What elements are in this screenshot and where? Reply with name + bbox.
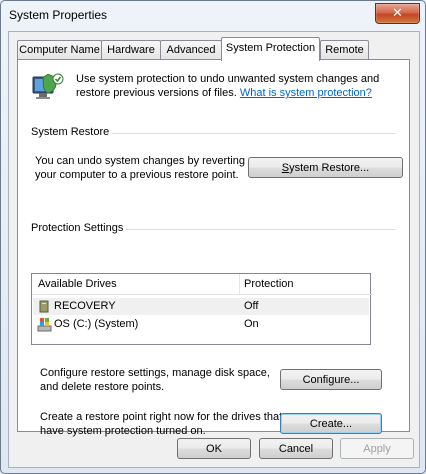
configure-desc-2: and delete restore points. bbox=[40, 381, 165, 393]
drive-icon bbox=[39, 300, 49, 313]
drive-row-recovery[interactable]: RECOVERY Off bbox=[33, 298, 369, 315]
tab-remote[interactable]: Remote bbox=[320, 40, 369, 60]
windows-drive-icon bbox=[37, 318, 52, 332]
title-bar[interactable]: System Properties ✕ bbox=[1, 1, 425, 31]
system-restore-desc-2: your computer to a previous restore poin… bbox=[35, 169, 239, 181]
tab-computer-name[interactable]: Computer Name bbox=[17, 40, 102, 60]
intro-line-1: Use system protection to undo unwanted s… bbox=[76, 73, 380, 85]
section-divider bbox=[126, 229, 395, 230]
apply-button[interactable]: Apply bbox=[340, 438, 414, 459]
intro-text: Use system protection to undo unwanted s… bbox=[76, 72, 379, 100]
tab-label: Remote bbox=[325, 44, 364, 56]
ok-button[interactable]: OK bbox=[177, 438, 251, 459]
what-is-system-protection-link[interactable]: What is system protection? bbox=[240, 87, 372, 99]
tab-label: Computer Name bbox=[19, 44, 100, 56]
tab-system-protection[interactable]: System Protection bbox=[221, 37, 320, 61]
system-restore-button-label: ystem Restore... bbox=[289, 162, 370, 174]
configure-description: Configure restore settings, manage disk … bbox=[40, 366, 270, 394]
create-desc-1: Create a restore point right now for the… bbox=[40, 411, 283, 423]
protection-settings-heading: Protection Settings bbox=[31, 222, 124, 234]
system-restore-button[interactable]: System Restore... bbox=[248, 157, 403, 178]
drive-protection-status: On bbox=[244, 318, 259, 330]
tab-hardware[interactable]: Hardware bbox=[101, 40, 161, 60]
system-properties-window: System Properties ✕ Computer Name Hardwa… bbox=[0, 0, 426, 474]
intro-line-2: restore previous versions of files. bbox=[76, 87, 237, 99]
drive-name: OS (C:) (System) bbox=[54, 318, 139, 330]
cancel-button[interactable]: Cancel bbox=[259, 438, 333, 459]
column-header-available-drives[interactable]: Available Drives bbox=[32, 274, 240, 295]
create-description: Create a restore point right now for the… bbox=[40, 410, 282, 438]
dialog-client-area: Computer Name Hardware Advanced System P… bbox=[8, 31, 420, 468]
close-button[interactable]: ✕ bbox=[375, 3, 420, 24]
tab-advanced[interactable]: Advanced bbox=[160, 40, 222, 60]
window-title: System Properties bbox=[9, 8, 108, 22]
drive-protection-status: Off bbox=[244, 300, 259, 312]
create-button[interactable]: Create... bbox=[280, 413, 382, 434]
tab-label: System Protection bbox=[225, 42, 316, 54]
tab-label: Advanced bbox=[166, 44, 216, 56]
create-desc-2: have system protection turned on. bbox=[40, 425, 206, 437]
system-restore-heading: System Restore bbox=[31, 126, 110, 138]
drive-row-os-c[interactable]: OS (C:) (System) On bbox=[33, 316, 369, 333]
configure-desc-1: Configure restore settings, manage disk … bbox=[40, 367, 270, 379]
drive-name: RECOVERY bbox=[54, 300, 116, 312]
close-icon: ✕ bbox=[392, 5, 403, 20]
system-restore-desc-1: You can undo system changes by reverting bbox=[35, 155, 245, 167]
system-protection-panel: Use system protection to undo unwanted s… bbox=[17, 59, 410, 437]
drives-list[interactable]: Available Drives Protection RECOVERY Off bbox=[31, 273, 374, 345]
system-protection-icon bbox=[32, 73, 64, 99]
column-header-protection[interactable]: Protection bbox=[240, 274, 374, 295]
section-divider bbox=[112, 133, 395, 134]
configure-button[interactable]: Configure... bbox=[280, 369, 382, 390]
tab-label: Hardware bbox=[107, 44, 155, 56]
system-restore-description: You can undo system changes by reverting… bbox=[35, 154, 245, 182]
